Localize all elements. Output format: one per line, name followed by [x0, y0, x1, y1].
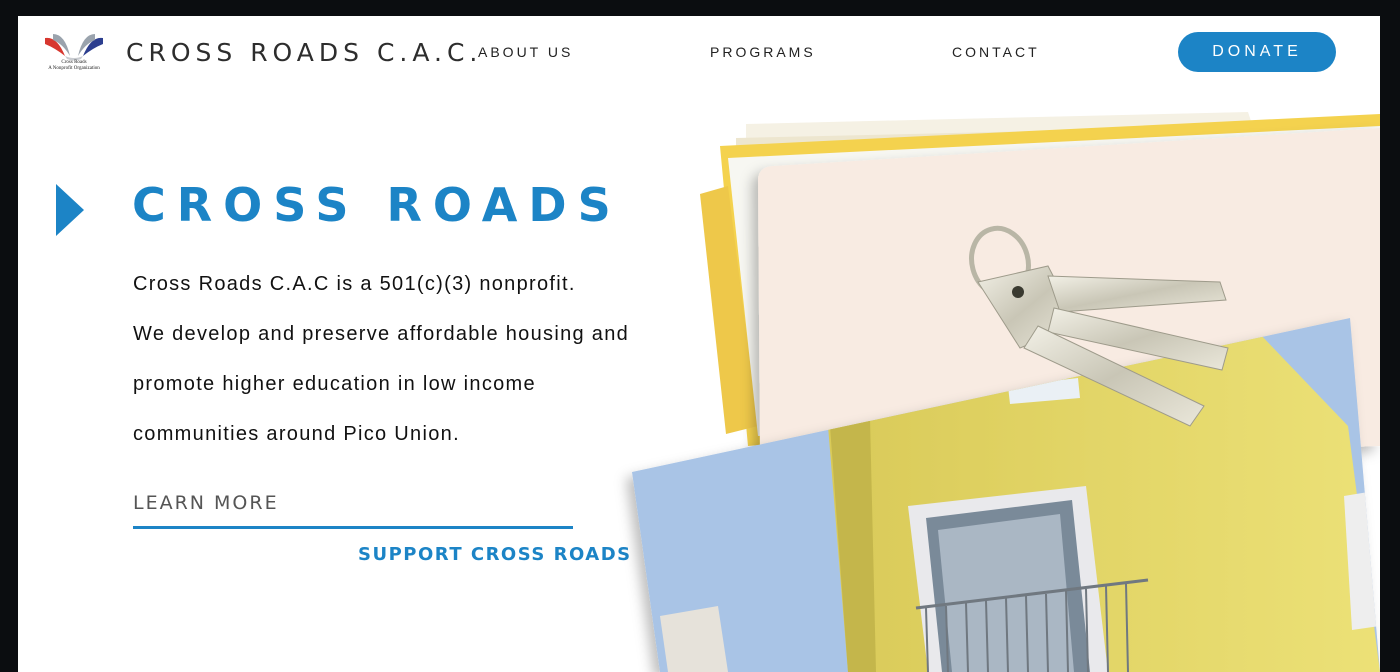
hero-description: Cross Roads C.A.C is a 501(c)(3) nonprof…	[133, 268, 629, 468]
nav-programs[interactable]: PROGRAMS	[710, 44, 816, 60]
learn-more-underline	[133, 526, 573, 529]
learn-more-link[interactable]: LEARN MORE	[133, 492, 279, 514]
hero-title: CROSS ROADS	[132, 178, 622, 232]
nav-contact[interactable]: CONTACT	[952, 44, 1040, 60]
logo-icon[interactable]: Cross Roads A Nonprofit Organization	[43, 30, 105, 76]
hero-line: We develop and preserve affordable housi…	[133, 323, 630, 345]
nav-about-us[interactable]: ABOUT US	[478, 44, 573, 60]
hero-line: promote higher education in low income	[133, 373, 536, 395]
hero-line: communities around Pico Union.	[133, 423, 460, 445]
support-link[interactable]: SUPPORT CROSS ROADS	[358, 544, 632, 565]
hero-line: Cross Roads C.A.C is a 501(c)(3) nonprof…	[133, 273, 576, 295]
donate-button[interactable]: DONATE	[1178, 32, 1336, 72]
brand-name[interactable]: CROSS ROADS C.A.C.	[126, 38, 482, 67]
logo-caption: Cross Roads A Nonprofit Organization	[48, 60, 100, 71]
website-viewport: Cross Roads A Nonprofit Organization CRO…	[18, 16, 1380, 672]
play-arrow-icon	[56, 184, 84, 241]
hero-collage-image	[608, 86, 1380, 672]
